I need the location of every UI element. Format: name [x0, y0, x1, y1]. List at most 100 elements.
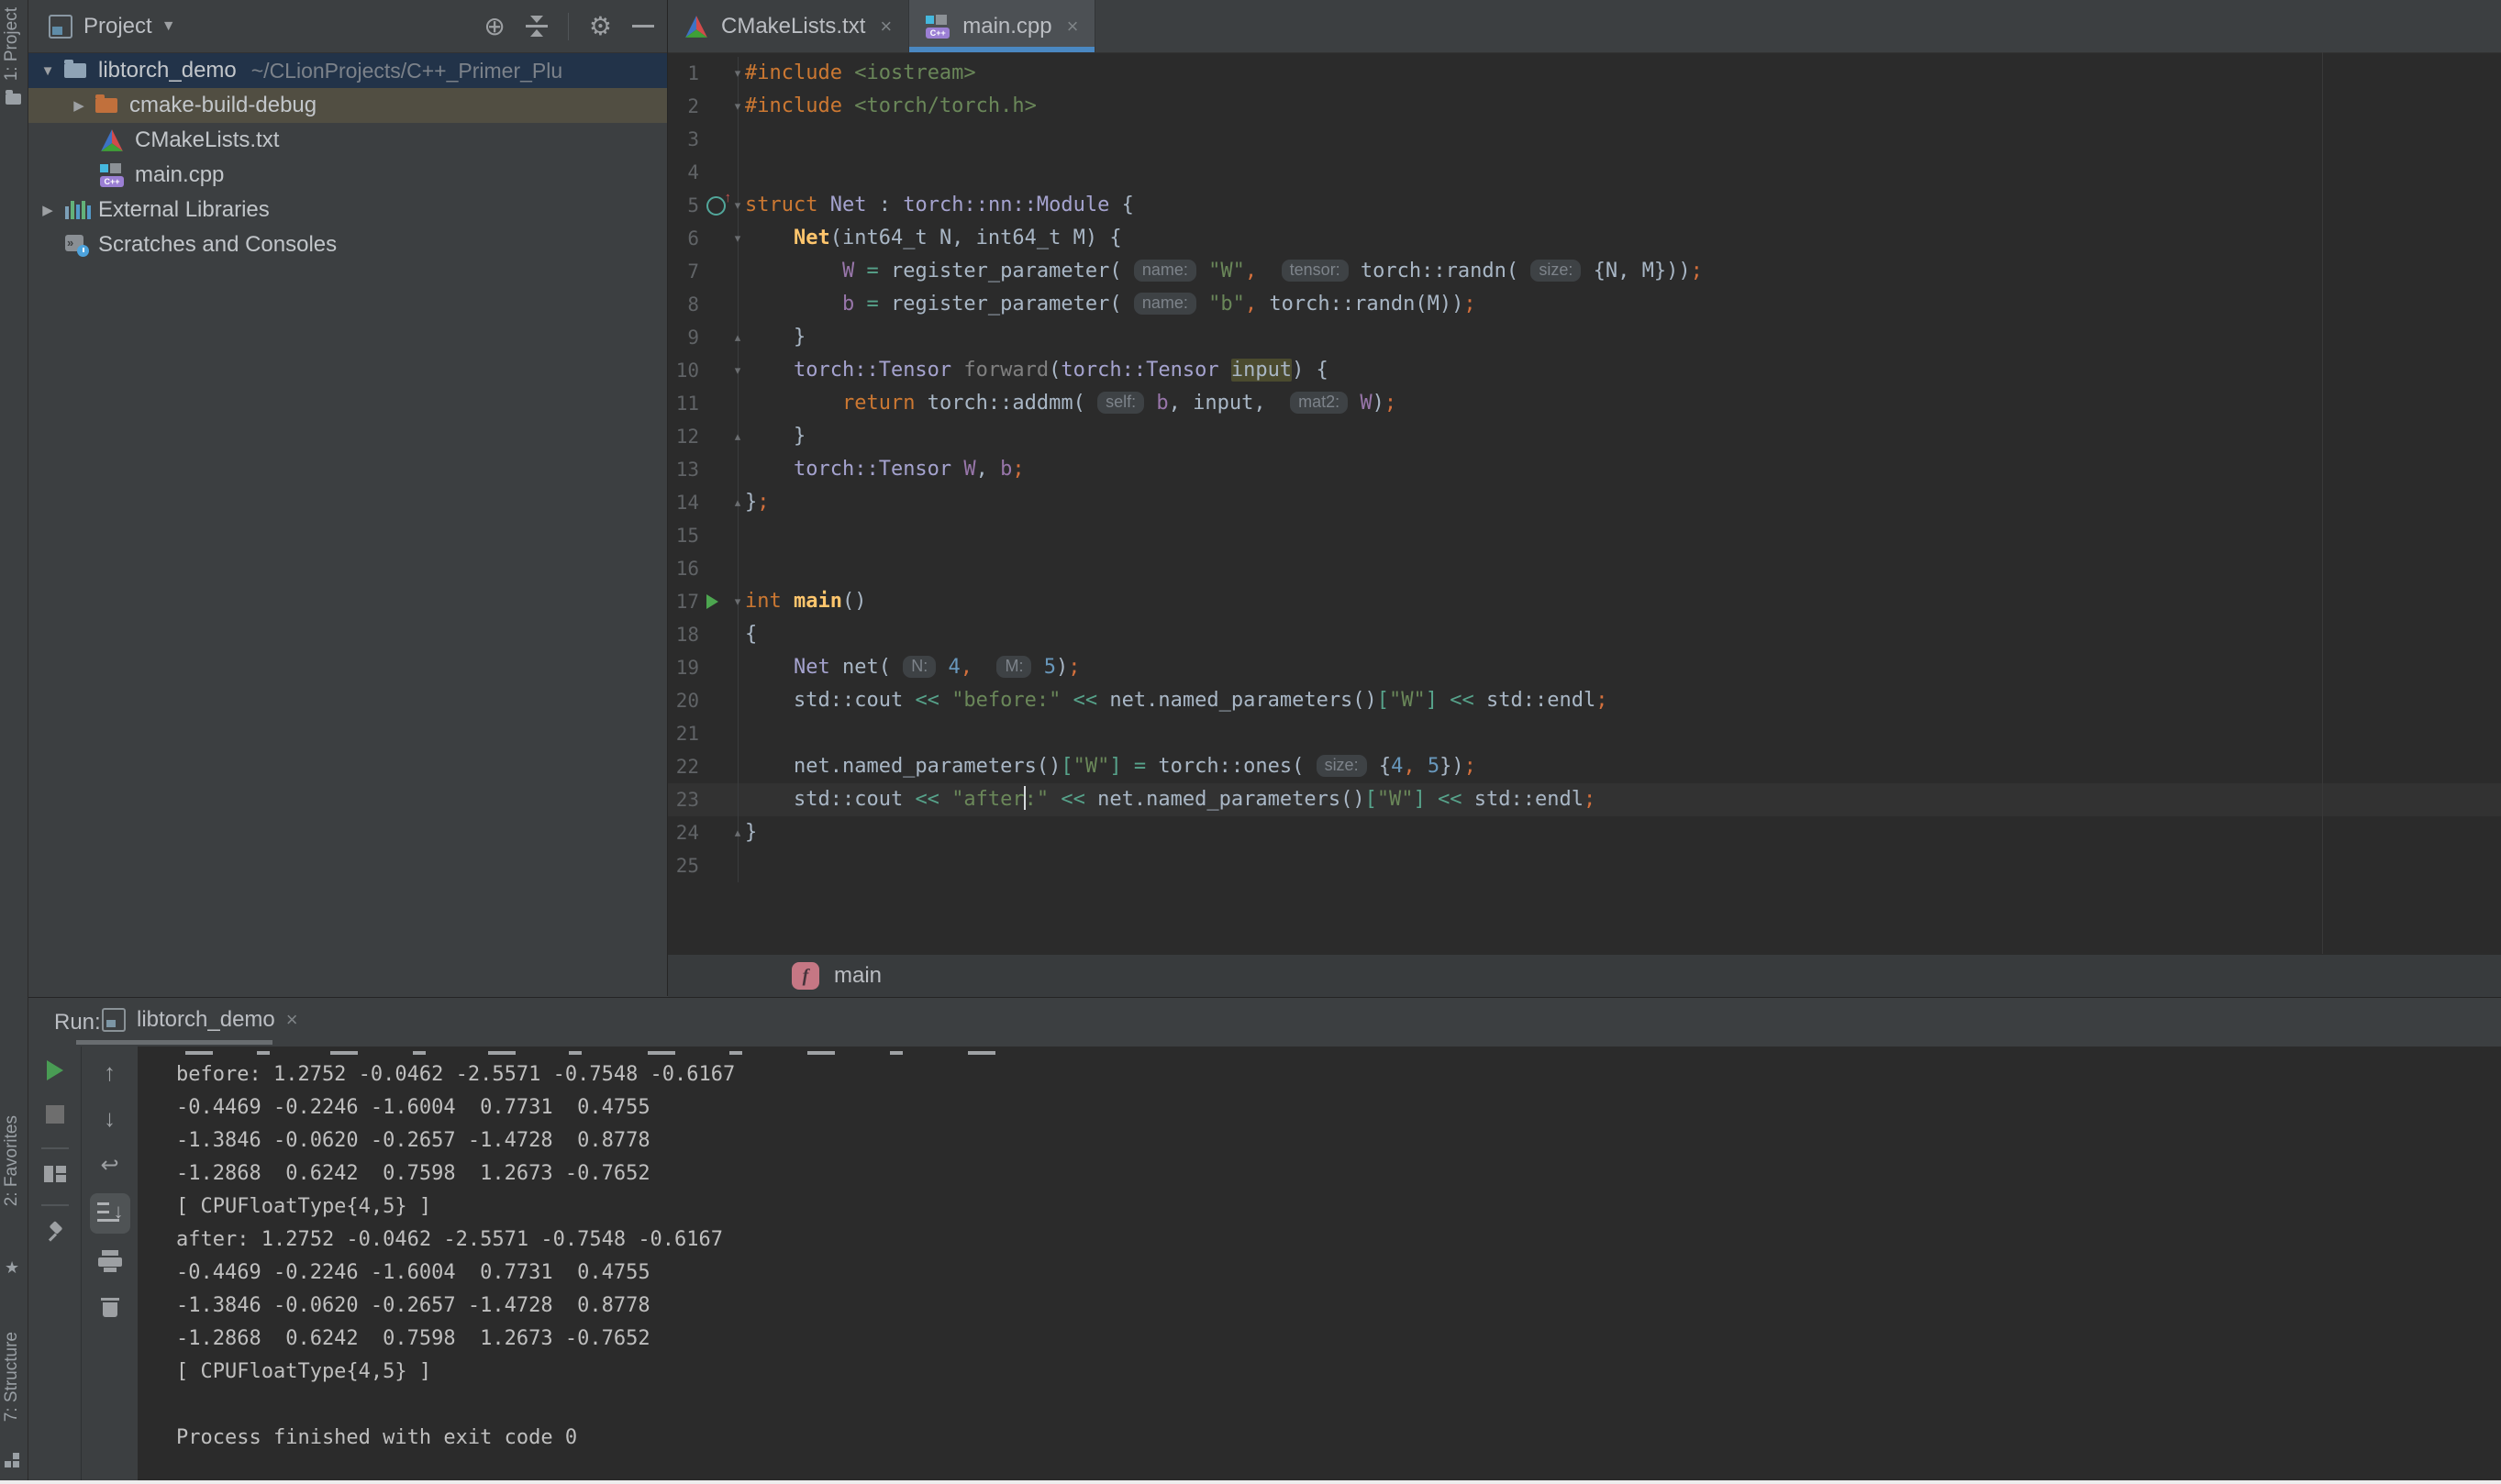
breadcrumb-function-name[interactable]: main	[834, 963, 882, 989]
gutter[interactable]: 12▴	[668, 420, 739, 453]
code-line-4[interactable]: 4	[668, 156, 2501, 189]
fold-marker-icon[interactable]: ▾	[731, 57, 744, 90]
editor-tab-main-cpp[interactable]: C++main.cpp×	[909, 0, 1095, 52]
gutter[interactable]: 16	[668, 552, 739, 585]
gutter[interactable]: 6▾	[668, 222, 739, 255]
code-line-13[interactable]: 13 torch::Tensor W, b;	[668, 453, 2501, 486]
gutter[interactable]: 20	[668, 684, 739, 717]
restore-layout-button[interactable]	[28, 1166, 81, 1182]
fold-marker-icon[interactable]: ▴	[731, 486, 744, 519]
gutter[interactable]: 7	[668, 255, 739, 288]
code-line-22[interactable]: 22 net.named_parameters()["W"] = torch::…	[668, 750, 2501, 783]
fold-marker-icon[interactable]: ▴	[731, 816, 744, 849]
gutter[interactable]: 8	[668, 288, 739, 321]
gutter[interactable]: 23	[668, 783, 739, 816]
tree-chevron-icon[interactable]: ▼	[38, 63, 58, 79]
code-line-5[interactable]: 5▾struct Net : torch::nn::Module {	[668, 189, 2501, 222]
gutter[interactable]: 25	[668, 849, 739, 882]
gutter[interactable]: 19	[668, 651, 739, 684]
run-console[interactable]: before: 1.2752 -0.0462 -2.5571 -0.7548 -…	[138, 1047, 2501, 1480]
gutter[interactable]: 11	[668, 387, 739, 420]
code-line-17[interactable]: 17▾int main()	[668, 585, 2501, 618]
fold-marker-icon[interactable]: ▾	[731, 354, 744, 387]
close-icon[interactable]: ×	[880, 15, 892, 39]
code-line-20[interactable]: 20 std::cout << "before:" << net.named_p…	[668, 684, 2501, 717]
fold-marker-icon[interactable]: ▾	[731, 585, 744, 618]
tree-row-cmake-build-debug[interactable]: ▶cmake-build-debug	[28, 88, 667, 123]
gear-icon[interactable]: ⚙	[589, 14, 612, 39]
class-icon[interactable]	[706, 189, 728, 222]
fold-marker-icon[interactable]: ▾	[731, 90, 744, 123]
code-line-24[interactable]: 24▴}	[668, 816, 2501, 849]
code-line-19[interactable]: 19 Net net( N: 4, M: 5);	[668, 651, 2501, 684]
scroll-to-end-button[interactable]: ↓	[82, 1193, 138, 1234]
gutter[interactable]: 3	[668, 123, 739, 156]
fold-marker-icon[interactable]: ▾	[731, 222, 744, 255]
code-line-8[interactable]: 8 b = register_parameter( name: "b", tor…	[668, 288, 2501, 321]
soft-wrap-button[interactable]: ↩	[82, 1155, 138, 1177]
fold-marker-icon[interactable]: ▴	[731, 321, 744, 354]
close-icon[interactable]: ×	[1067, 15, 1079, 39]
tree-row-cmakelists-txt[interactable]: CMakeLists.txt	[28, 123, 667, 158]
tree-row-main-cpp[interactable]: C++main.cpp	[28, 158, 667, 193]
gutter[interactable]: 9▴	[668, 321, 739, 354]
gutter[interactable]: 1▾	[668, 57, 739, 90]
tool-window-switcher-icon[interactable]	[5, 1452, 23, 1470]
run-gutter-icon[interactable]	[706, 585, 728, 618]
code-line-3[interactable]: 3	[668, 123, 2501, 156]
gutter[interactable]: 17▾	[668, 585, 739, 618]
down-stack-trace-button[interactable]: ↓	[82, 1106, 138, 1130]
tree-chevron-icon[interactable]: ▶	[38, 202, 58, 218]
code-line-15[interactable]: 15	[668, 519, 2501, 552]
tool-window-button-favorites[interactable]: 2: Favorites	[2, 1115, 22, 1206]
code-line-23[interactable]: 23 std::cout << "after:" << net.named_pa…	[668, 783, 2501, 816]
code-line-6[interactable]: 6▾ Net(int64_t N, int64_t M) {	[668, 222, 2501, 255]
close-icon[interactable]: ×	[286, 1008, 298, 1032]
gutter[interactable]: 18	[668, 618, 739, 651]
tree-chevron-icon[interactable]: ▶	[69, 97, 89, 114]
project-panel-title[interactable]: Project	[83, 14, 152, 39]
up-stack-trace-button[interactable]: ↑	[82, 1060, 138, 1084]
tool-window-button-project[interactable]: 1: Project	[2, 7, 22, 81]
code-line-2[interactable]: 2▾#include <torch/torch.h>	[668, 90, 2501, 123]
editor-tab-cmakelists-txt[interactable]: CMakeLists.txt×	[668, 0, 909, 52]
gutter[interactable]: 13	[668, 453, 739, 486]
fold-marker-icon[interactable]: ▴	[731, 420, 744, 453]
gutter[interactable]: 15	[668, 519, 739, 552]
code-line-11[interactable]: 11 return torch::addmm( self: b, input, …	[668, 387, 2501, 420]
pin-tab-button[interactable]	[28, 1223, 81, 1243]
code-line-21[interactable]: 21	[668, 717, 2501, 750]
gutter[interactable]: 22	[668, 750, 739, 783]
tree-row-scratches-and-consoles[interactable]: »Scratches and Consoles	[28, 227, 667, 262]
gutter[interactable]: 5▾	[668, 189, 739, 222]
hide-panel-icon[interactable]	[632, 25, 654, 28]
code-line-10[interactable]: 10▾ torch::Tensor forward(torch::Tensor …	[668, 354, 2501, 387]
gutter[interactable]: 14▴	[668, 486, 739, 519]
gutter[interactable]: 2▾	[668, 90, 739, 123]
gutter[interactable]: 21	[668, 717, 739, 750]
print-button[interactable]	[82, 1250, 138, 1272]
tool-window-button-structure[interactable]: 7: Structure	[2, 1332, 22, 1422]
code-line-7[interactable]: 7 W = register_parameter( name: "W", ten…	[668, 255, 2501, 288]
code-line-12[interactable]: 12▴ }	[668, 420, 2501, 453]
code-editor[interactable]: 1▾#include <iostream>2▾#include <torch/t…	[668, 52, 2501, 958]
code-line-14[interactable]: 14▴};	[668, 486, 2501, 519]
gutter[interactable]: 24▴	[668, 816, 739, 849]
stop-button[interactable]	[28, 1105, 81, 1124]
gutter[interactable]: 4	[668, 156, 739, 189]
run-tab-libtorch-demo[interactable]: libtorch_demo ×	[89, 998, 311, 1042]
clear-console-button[interactable]	[82, 1296, 138, 1318]
fold-marker-icon[interactable]: ▾	[731, 189, 744, 222]
code-line-9[interactable]: 9▴ }	[668, 321, 2501, 354]
code-line-1[interactable]: 1▾#include <iostream>	[668, 57, 2501, 90]
rerun-button[interactable]	[28, 1060, 81, 1080]
code-line-25[interactable]: 25	[668, 849, 2501, 882]
chevron-down-icon[interactable]: ▼	[161, 18, 176, 35]
tree-row-libtorch-demo[interactable]: ▼libtorch_demo~/CLionProjects/C++_Primer…	[28, 53, 667, 88]
code-line-16[interactable]: 16	[668, 552, 2501, 585]
collapse-all-icon[interactable]	[526, 16, 548, 37]
code-line-18[interactable]: 18{	[668, 618, 2501, 651]
tree-row-external-libraries[interactable]: ▶External Libraries	[28, 193, 667, 227]
gutter[interactable]: 10▾	[668, 354, 739, 387]
locate-file-icon[interactable]: ⊕	[484, 14, 505, 39]
